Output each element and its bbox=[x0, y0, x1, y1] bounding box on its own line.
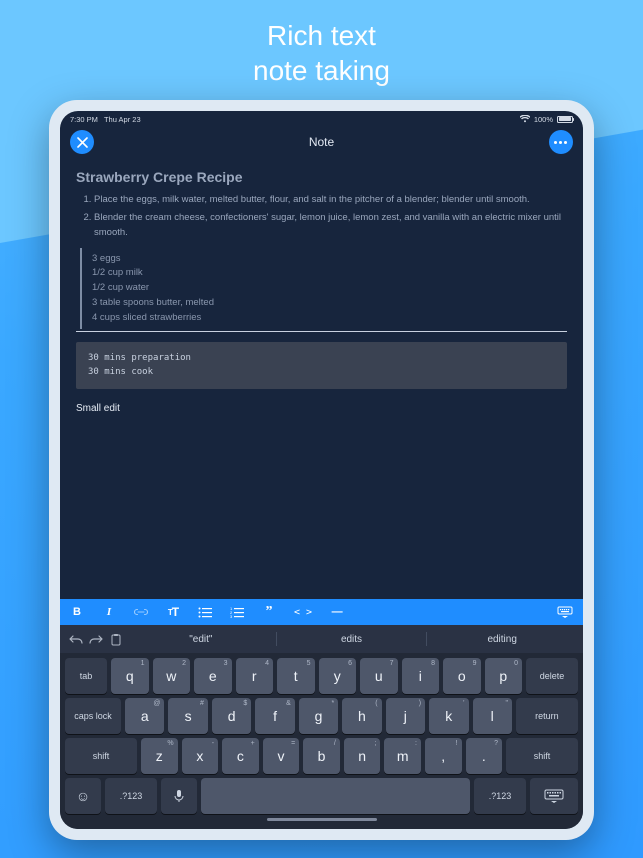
clipboard-button[interactable] bbox=[106, 633, 126, 646]
key-o[interactable]: o9 bbox=[443, 658, 481, 694]
key-u[interactable]: u7 bbox=[360, 658, 398, 694]
key-symbols-left[interactable]: .?123 bbox=[105, 778, 157, 814]
code-button[interactable]: < > bbox=[294, 604, 312, 620]
key-return[interactable]: return bbox=[516, 698, 578, 734]
key-shift-right[interactable]: shift bbox=[506, 738, 578, 774]
italic-button[interactable]: I bbox=[102, 604, 116, 620]
ul-button[interactable] bbox=[198, 604, 212, 620]
list-item: Blender the cream cheese, confectioners'… bbox=[94, 211, 567, 240]
key-m[interactable]: m: bbox=[384, 738, 421, 774]
key-w[interactable]: w2 bbox=[153, 658, 191, 694]
status-time: 7:30 PM bbox=[70, 115, 98, 124]
key-k[interactable]: k' bbox=[429, 698, 468, 734]
list-item: 3 eggs bbox=[92, 252, 567, 267]
key-b[interactable]: b/ bbox=[303, 738, 340, 774]
key-l[interactable]: l" bbox=[473, 698, 512, 734]
bold-button[interactable]: B bbox=[70, 604, 84, 620]
list-item: 1/2 cup water bbox=[92, 281, 567, 296]
key-hide-keyboard[interactable] bbox=[530, 778, 578, 814]
key-space[interactable] bbox=[201, 778, 470, 814]
key-p[interactable]: p0 bbox=[485, 658, 523, 694]
blockquote: 3 eggs 1/2 cup milk 1/2 cup water 3 tabl… bbox=[80, 248, 567, 330]
device-frame: 7:30 PM Thu Apr 23 100% Note bbox=[49, 100, 594, 840]
list-item: 1/2 cup milk bbox=[92, 266, 567, 281]
key-delete[interactable]: delete bbox=[526, 658, 578, 694]
horizontal-rule bbox=[76, 331, 567, 332]
ellipsis-icon bbox=[554, 141, 567, 144]
battery-pct: 100% bbox=[534, 115, 553, 124]
key-y[interactable]: y6 bbox=[319, 658, 357, 694]
more-button[interactable] bbox=[549, 130, 573, 154]
status-bar: 7:30 PM Thu Apr 23 100% bbox=[60, 111, 583, 125]
key-r[interactable]: r4 bbox=[236, 658, 274, 694]
key-.[interactable]: .? bbox=[466, 738, 503, 774]
key-shift-left[interactable]: shift bbox=[65, 738, 137, 774]
key-z[interactable]: z% bbox=[141, 738, 178, 774]
key-capslock[interactable]: caps lock bbox=[65, 698, 121, 734]
key-tab[interactable]: tab bbox=[65, 658, 107, 694]
key-t[interactable]: t5 bbox=[277, 658, 315, 694]
svg-text:3: 3 bbox=[230, 614, 233, 618]
key-,[interactable]: ,! bbox=[425, 738, 462, 774]
key-s[interactable]: s# bbox=[168, 698, 207, 734]
key-c[interactable]: c+ bbox=[222, 738, 259, 774]
key-j[interactable]: j) bbox=[386, 698, 425, 734]
promo-headline: Rich text note taking bbox=[0, 0, 643, 100]
suggestion-bar: "edit" edits editing bbox=[60, 625, 583, 653]
link-button[interactable] bbox=[134, 604, 148, 620]
code-block: 30 mins preparation 30 mins cook bbox=[76, 342, 567, 389]
status-date: Thu Apr 23 bbox=[104, 115, 141, 124]
key-d[interactable]: d$ bbox=[212, 698, 251, 734]
key-h[interactable]: h( bbox=[342, 698, 381, 734]
dismiss-keyboard-button[interactable] bbox=[557, 604, 573, 620]
suggestion-1[interactable]: "edit" bbox=[126, 634, 276, 645]
key-dictate[interactable] bbox=[161, 778, 197, 814]
format-toolbar: B I TT 123 ” < > — bbox=[60, 599, 583, 625]
note-editor[interactable]: Strawberry Crepe Recipe Place the eggs, … bbox=[60, 159, 583, 599]
redo-button[interactable] bbox=[86, 633, 106, 645]
key-x[interactable]: x- bbox=[182, 738, 219, 774]
hr-button[interactable]: — bbox=[330, 604, 344, 620]
keyboard: tab q1w2e3r4t5y6u7i8o9p0delete caps lock… bbox=[60, 653, 583, 829]
key-g[interactable]: g* bbox=[299, 698, 338, 734]
key-symbols-right[interactable]: .?123 bbox=[474, 778, 526, 814]
list-item: 4 cups sliced strawberries bbox=[92, 311, 567, 326]
suggestion-2[interactable]: edits bbox=[277, 634, 427, 645]
key-a[interactable]: a@ bbox=[125, 698, 164, 734]
note-title: Strawberry Crepe Recipe bbox=[76, 169, 567, 185]
list-item: 3 table spoons butter, melted bbox=[92, 296, 567, 311]
close-button[interactable] bbox=[70, 130, 94, 154]
plain-text: Small edit bbox=[76, 403, 567, 414]
ol-button[interactable]: 123 bbox=[230, 604, 244, 620]
key-e[interactable]: e3 bbox=[194, 658, 232, 694]
nav-title: Note bbox=[309, 135, 334, 149]
home-indicator bbox=[267, 818, 377, 821]
battery-icon bbox=[557, 116, 573, 123]
key-v[interactable]: v= bbox=[263, 738, 300, 774]
textsize-button[interactable]: TT bbox=[166, 604, 180, 620]
suggestion-3[interactable]: editing bbox=[427, 634, 577, 645]
promo-line1: Rich text bbox=[267, 20, 376, 51]
key-emoji[interactable]: ☺ bbox=[65, 778, 101, 814]
key-i[interactable]: i8 bbox=[402, 658, 440, 694]
list-item: Place the eggs, milk water, melted butte… bbox=[94, 193, 567, 207]
undo-button[interactable] bbox=[66, 633, 86, 645]
key-n[interactable]: n; bbox=[344, 738, 381, 774]
promo-line2: note taking bbox=[253, 55, 390, 86]
key-f[interactable]: f& bbox=[255, 698, 294, 734]
key-q[interactable]: q1 bbox=[111, 658, 149, 694]
screen: 7:30 PM Thu Apr 23 100% Note bbox=[60, 111, 583, 829]
nav-bar: Note bbox=[60, 125, 583, 159]
wifi-icon bbox=[520, 115, 530, 123]
quote-button[interactable]: ” bbox=[262, 604, 276, 620]
ordered-list: Place the eggs, milk water, melted butte… bbox=[76, 193, 567, 240]
